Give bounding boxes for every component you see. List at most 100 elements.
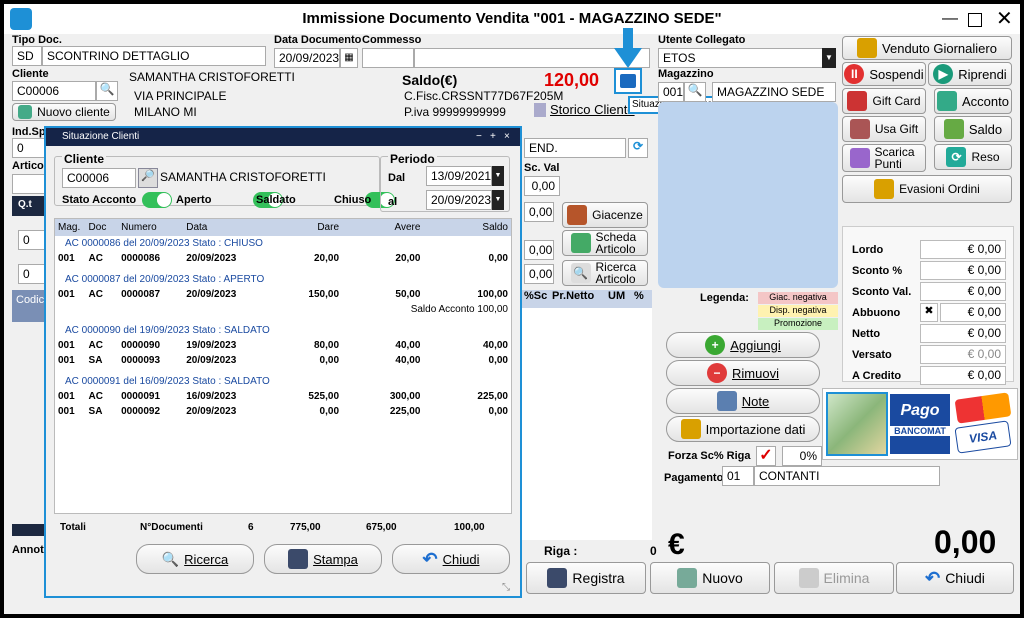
evasioni-ordini-button[interactable]: Evasioni Ordini [842, 175, 1012, 203]
dialog-title-bar: Situazione Clienti − + × [46, 128, 520, 146]
points-icon [849, 148, 870, 168]
summary-value[interactable]: € 0,00 [920, 240, 1006, 259]
venduto-giornaliero-button[interactable]: Venduto Giornaliero [842, 36, 1012, 60]
cash-card[interactable] [826, 392, 888, 456]
table-row[interactable]: 001 AC 0000087 20/09/2023 150,00 50,00 100,00 [55, 287, 511, 302]
al-field[interactable]: 20/09/2023 [426, 190, 492, 210]
utente-dropdown-icon[interactable]: ▼ [822, 48, 836, 68]
dialog-chiudi-button[interactable]: ↶ Chiudi [392, 544, 510, 574]
reso-button[interactable]: ⟳ Reso [934, 144, 1012, 170]
summary-value[interactable]: € 0,00 [920, 261, 1006, 280]
data-doc-field[interactable]: 20/09/2023 [274, 48, 340, 68]
forza-field[interactable]: 0% [782, 446, 822, 466]
column-header[interactable]: Numero [118, 219, 183, 236]
sospendi-button[interactable]: II Sospendi [842, 62, 926, 86]
magazzino-search-icon[interactable]: 🔍 [684, 82, 706, 102]
end-field[interactable]: END. [524, 138, 626, 158]
table-row[interactable]: 001 AC 0000086 20/09/2023 20,00 20,00 0,00 [55, 251, 511, 266]
nuovo-cliente-button[interactable]: Nuovo cliente [12, 103, 116, 121]
dialog-ricerca-button[interactable]: 🔍 Ricerca [136, 544, 254, 574]
save-icon [547, 568, 568, 588]
column-header[interactable]: Doc [86, 219, 119, 236]
magazzino-code[interactable]: 001 [658, 82, 684, 102]
search-icon[interactable]: 🔍 [96, 81, 118, 101]
giacenze-button[interactable]: Giacenze [562, 202, 648, 228]
column-header[interactable]: Dare [277, 219, 342, 236]
calendar-icon[interactable]: ▦ [340, 48, 358, 68]
storico-cliente-link[interactable]: Storico Cliente [534, 102, 635, 117]
cliente-piva: P.iva 99999999999 [404, 105, 506, 119]
chiudi-main-button[interactable]: ↶ Chiudi [896, 562, 1014, 594]
stato-acconto-toggle[interactable] [142, 192, 172, 208]
commesso-code[interactable] [362, 48, 414, 68]
val-field-1[interactable]: 0,00 [524, 202, 554, 222]
dialog-cliente-code[interactable]: C00006 [62, 168, 136, 188]
aggiungi-button[interactable]: + Aggiungi [666, 332, 820, 358]
close-icon[interactable]: ✕ [996, 6, 1013, 31]
column-header[interactable]: Saldo [423, 219, 511, 236]
ricerca-articolo-button[interactable]: 🔍 Ricerca Articolo [562, 260, 648, 286]
note-button[interactable]: Note [666, 388, 820, 414]
tipo-doc-code[interactable]: SD [12, 46, 42, 66]
sync-icon[interactable]: ⟳ [628, 138, 648, 158]
elimina-button[interactable]: Elimina [774, 562, 894, 594]
val-field-3[interactable]: 0,00 [524, 264, 554, 284]
table-row[interactable]: 001 SA 0000092 20/09/2023 0,00 225,00 0,00 [55, 404, 511, 419]
utente-field[interactable]: ETOS [658, 48, 824, 68]
magazzino-name[interactable]: MAGAZZINO SEDE [712, 82, 836, 102]
column-header[interactable]: Mag. [55, 219, 86, 236]
table-cell: 0,00 [488, 406, 508, 417]
nuovo-button[interactable]: Nuovo [650, 562, 770, 594]
abbuono-clear-icon[interactable]: ✖ [920, 303, 938, 322]
usa-gift-button[interactable]: Usa Gift [842, 116, 926, 142]
dialog-maximize-icon[interactable]: + [490, 128, 496, 146]
artico-field[interactable] [12, 174, 48, 194]
tipo-doc-name[interactable]: SCONTRINO DETTAGLIO [42, 46, 266, 66]
sc-val-field[interactable]: 0,00 [524, 176, 560, 196]
group-header-row[interactable]: AC 0000091 del 16/09/2023 Stato : SALDAT… [55, 374, 511, 389]
cliente-code[interactable]: C00006 [12, 81, 96, 101]
importazione-dati-button[interactable]: Importazione dati [666, 416, 820, 442]
table-row[interactable]: 001 SA 0000093 20/09/2023 0,00 40,00 0,00 [55, 353, 511, 368]
scheda-articolo-button[interactable]: Scheda Articolo [562, 230, 648, 256]
minimize-icon[interactable]: — [942, 10, 958, 28]
dialog-stampa-button[interactable]: Stampa [264, 544, 382, 574]
group-header-row[interactable]: AC 0000087 del 20/09/2023 Stato : APERTO [55, 272, 511, 287]
table-row[interactable]: 001 AC 0000090 19/09/2023 80,00 40,00 40,00 [55, 338, 511, 353]
dialog-minimize-icon[interactable]: − [476, 128, 482, 146]
forza-checkbox[interactable]: ✓ [756, 446, 776, 466]
summary-value[interactable]: € 0,00 [920, 324, 1006, 343]
dialog-close-icon[interactable]: × [504, 128, 510, 146]
summary-value[interactable]: € 0,00 [940, 303, 1006, 322]
pagamento-code[interactable]: 01 [722, 466, 754, 486]
situazione-cliente-button[interactable] [614, 68, 642, 94]
resize-grip-icon[interactable]: ⤡ [502, 582, 510, 593]
al-dropdown-icon[interactable]: ▼ [492, 190, 504, 210]
pagamento-name[interactable]: CONTANTI [754, 466, 940, 486]
bancomat-card[interactable]: Pago BANCOMAT [890, 394, 950, 454]
column-header[interactable]: Avere [342, 219, 423, 236]
acconto-button[interactable]: Acconto [934, 88, 1012, 114]
val-field-2[interactable]: 0,00 [524, 240, 554, 260]
column-header[interactable]: Data [183, 219, 277, 236]
rimuovi-button[interactable]: − Rimuovi [666, 360, 820, 386]
qt-tab[interactable]: Q.t [12, 196, 48, 216]
dal-dropdown-icon[interactable]: ▼ [492, 166, 504, 186]
dal-field[interactable]: 13/09/2021 [426, 166, 492, 186]
group-header-row[interactable]: AC 0000086 del 20/09/2023 Stato : CHIUSO [55, 236, 511, 251]
scarica-punti-button[interactable]: Scarica Punti [842, 144, 926, 172]
saldo-button[interactable]: Saldo [934, 116, 1012, 142]
summary-value[interactable]: € 0,00 [920, 345, 1006, 364]
riprendi-button[interactable]: ▶ Riprendi [928, 62, 1012, 86]
summary-value[interactable]: € 0,00 [920, 366, 1006, 385]
registra-button[interactable]: Registra [526, 562, 646, 594]
ind-sp-field[interactable]: 0 [12, 138, 48, 158]
scrollbar[interactable] [12, 524, 48, 536]
gift-card-button[interactable]: Gift Card [842, 88, 926, 114]
table-cell: 20/09/2023 [186, 253, 237, 264]
summary-value[interactable]: € 0,00 [920, 282, 1006, 301]
table-row[interactable]: 001 AC 0000091 16/09/2023 525,00 300,00 225,00 [55, 389, 511, 404]
dialog-search-icon[interactable]: 🔎 [138, 168, 158, 188]
maximize-icon[interactable] [968, 13, 982, 27]
group-header-row[interactable]: AC 0000090 del 19/09/2023 Stato : SALDAT… [55, 323, 511, 338]
